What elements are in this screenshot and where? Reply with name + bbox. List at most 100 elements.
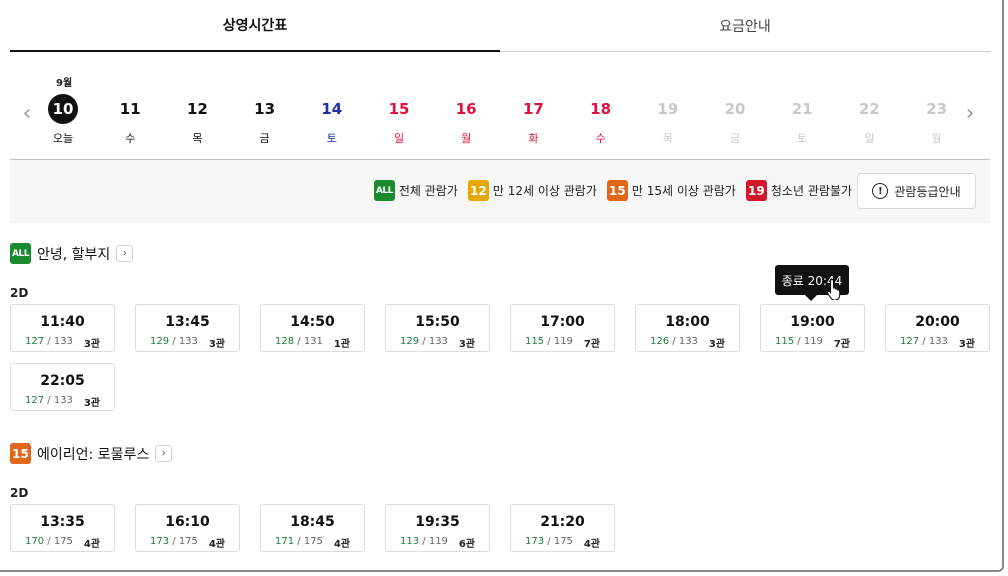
rating-badge: 12 (467, 180, 489, 201)
seats-separator: / (419, 536, 429, 547)
seats-total: 119 (428, 536, 448, 547)
date-number: 23 (926, 100, 948, 118)
date-number: 16 (455, 100, 477, 118)
chevron-right-icon[interactable]: › (116, 245, 134, 262)
seats-total: 133 (53, 395, 73, 406)
seats-separator: / (794, 336, 804, 347)
showtime-button[interactable]: 19:00 115 / 119 7관 (760, 304, 865, 352)
showtime-button[interactable]: 16:10 173 / 175 4관 (135, 504, 240, 552)
showtime-button[interactable]: 21:20 173 / 175 4관 (510, 504, 615, 552)
showtime-button[interactable]: 15:50 129 / 133 3관 (385, 304, 490, 352)
seat-count: 115 / 119 (775, 336, 823, 347)
showtime-button[interactable]: 19:35 113 / 119 6관 (385, 504, 490, 552)
seat-count: 173 / 175 (525, 536, 573, 547)
seats-remaining: 171 (275, 536, 295, 547)
tab-bar: 상영시간표 요금안내 (10, 0, 990, 52)
format-label: 2D (10, 286, 29, 300)
date-weekday: 수 (125, 132, 136, 145)
showtime-button[interactable]: 17:00 115 / 119 7관 (510, 304, 615, 352)
seat-count: 129 / 133 (150, 336, 198, 347)
date-strip: 10 오늘 11 수 12 목 13 금 14 토 15 일 16 월 17 화 18 수 19 목 20 금 21 토 22 일… (30, 94, 970, 154)
date-item[interactable]: 10 오늘 (38, 94, 88, 146)
seat-count: 127 / 133 (900, 336, 948, 347)
date-item[interactable]: 22 일 (844, 94, 894, 146)
showtime-button[interactable]: 13:45 129 / 133 3관 (135, 304, 240, 352)
info-circle-icon: ! (872, 183, 889, 199)
movie-title[interactable]: 에이리언: 로물루스 (37, 444, 149, 464)
seats-total: 133 (428, 336, 448, 347)
rating-legend-item: 19 청소년 관람불가 (745, 180, 852, 201)
seats-separator: / (294, 336, 304, 347)
showtime-button[interactable]: 20:00 127 / 133 3관 (885, 304, 990, 352)
movie-title-row: ALL 안녕, 할부지 › (10, 243, 134, 264)
date-item[interactable]: 18 수 (576, 94, 626, 146)
rating-legend-items: ALL 전체 관람가 12 만 12세 이상 관람가 15 만 15세 이상 관람가 19 청… (373, 180, 852, 201)
showtime-button[interactable]: 11:40 127 / 133 3관 (10, 304, 115, 352)
showtime-time: 15:50 (415, 314, 460, 330)
date-weekday: 목 (662, 132, 673, 145)
showtime-button[interactable]: 22:05 127 / 133 3관 (10, 363, 115, 411)
date-item[interactable]: 12 목 (172, 94, 222, 146)
format-label: 2D (10, 486, 29, 500)
showtime-time: 16:10 (165, 514, 210, 530)
seats-remaining: 129 (150, 336, 170, 347)
seats-separator: / (419, 336, 429, 347)
rating-label: 전체 관람가 (398, 184, 458, 198)
rating-badge: 15 (606, 180, 628, 201)
seats-separator: / (544, 536, 554, 547)
seats-remaining: 173 (150, 536, 170, 547)
seats-total: 119 (803, 336, 823, 347)
hall-number: 4관 (83, 539, 100, 550)
date-item[interactable]: 19 목 (643, 94, 693, 146)
date-item[interactable]: 20 금 (710, 94, 760, 146)
seat-count: 127 / 133 (25, 336, 73, 347)
tab-showtimes[interactable]: 상영시간표 (10, 0, 500, 52)
rating-guide-label: 관람등급안내 (894, 184, 961, 199)
chevron-right-icon[interactable]: › (155, 445, 173, 462)
date-item[interactable]: 23 월 (912, 94, 962, 146)
date-number: 10 (48, 94, 78, 124)
date-weekday: 금 (259, 132, 270, 145)
date-weekday: 목 (192, 132, 203, 145)
seats-total: 175 (553, 536, 573, 547)
date-weekday: 월 (461, 132, 472, 145)
rating-legend-item: ALL 전체 관람가 (373, 180, 458, 201)
hall-number: 7관 (833, 339, 850, 350)
showtime-time: 14:50 (290, 314, 335, 330)
date-number: 21 (791, 100, 813, 118)
seats-separator: / (44, 536, 54, 547)
seats-separator: / (169, 536, 179, 547)
showtime-button[interactable]: 18:45 171 / 175 4관 (260, 504, 365, 552)
seat-count: 126 / 133 (650, 336, 698, 347)
seats-total: 133 (678, 336, 698, 347)
date-item[interactable]: 15 일 (374, 94, 424, 146)
seats-total: 175 (53, 536, 73, 547)
seats-remaining: 129 (400, 336, 420, 347)
date-number: 14 (321, 100, 343, 118)
rating-guide-button[interactable]: ! 관람등급안내 (857, 173, 976, 209)
date-item[interactable]: 16 월 (441, 94, 491, 146)
date-item[interactable]: 13 금 (240, 94, 290, 146)
seats-separator: / (669, 336, 679, 347)
date-item[interactable]: 17 화 (508, 94, 558, 146)
date-item[interactable]: 11 수 (105, 94, 155, 146)
showtime-time: 19:35 (415, 514, 460, 530)
tab-pricing[interactable]: 요금안내 (500, 0, 990, 52)
rating-badge-all: ALL (10, 243, 31, 264)
rating-badge: ALL (373, 180, 395, 201)
seats-total: 133 (53, 336, 73, 347)
date-item[interactable]: 21 토 (777, 94, 827, 146)
hand-pointer-icon (826, 278, 841, 300)
showtime-time: 18:45 (290, 514, 335, 530)
showtime-button[interactable]: 18:00 126 / 133 3관 (635, 304, 740, 352)
date-weekday: 일 (393, 132, 405, 145)
date-item[interactable]: 14 토 (307, 94, 357, 146)
seats-remaining: 113 (400, 536, 420, 547)
showtime-button[interactable]: 13:35 170 / 175 4관 (10, 504, 115, 552)
hall-number: 3관 (708, 339, 725, 350)
showtime-time: 22:05 (40, 373, 85, 389)
showtime-button[interactable]: 14:50 128 / 131 1관 (260, 304, 365, 352)
date-number: 13 (254, 100, 276, 118)
movie-title[interactable]: 안녕, 할부지 (37, 244, 110, 264)
date-weekday: 금 (729, 132, 741, 145)
